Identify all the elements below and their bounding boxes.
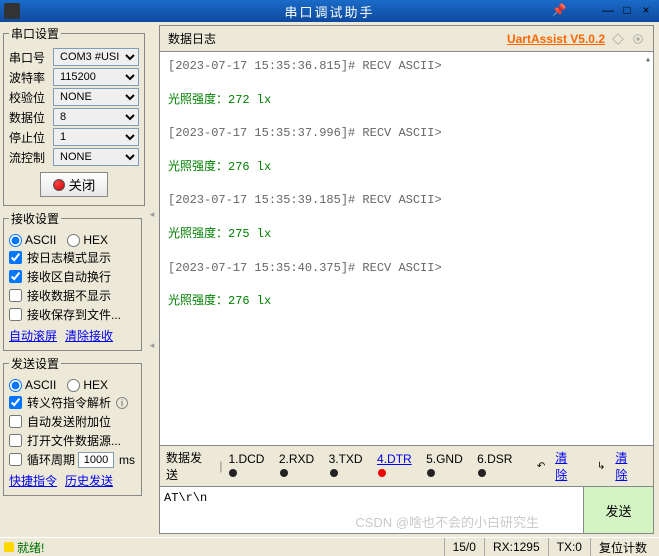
log-header-label: 数据日志 [168,30,216,47]
log-line: [2023-07-17 15:35:36.815]# RECV ASCII> [168,58,645,75]
history-link[interactable]: 历史发送 [65,474,113,488]
reset-count[interactable]: 复位计数 [590,538,655,556]
recv-legend: 接收设置 [9,210,61,227]
titlebar: 串口调试助手 📌 — □ × [0,0,659,22]
log-line: 光照强度：275 lx [168,226,645,243]
close-window-button[interactable]: × [637,4,655,18]
send-tabs: 数据发送 | 1.DCD 2.RXD 3.TXD 4.DTR 5.GND 6.D… [159,446,654,487]
recv-ascii-radio[interactable] [9,234,22,247]
recv-hex-radio[interactable] [67,234,80,247]
auto-scroll-link[interactable]: 自动滚屏 [9,329,57,343]
log-line [168,243,645,260]
recv-opt-1[interactable] [9,270,22,283]
baud-label: 波特率 [9,69,49,86]
log-area: ▴ [2023-07-17 15:35:36.815]# RECV ASCII>… [159,51,654,446]
recv-opt-3[interactable] [9,308,22,321]
log-line [168,142,645,159]
log-line: [2023-07-17 15:35:37.996]# RECV ASCII> [168,125,645,142]
log-line: 光照强度：272 lx [168,92,645,109]
flow-select[interactable]: NONE [53,148,139,166]
txd-tab[interactable]: 3.TXD [329,452,371,480]
dtr-tab[interactable]: 4.DTR [377,452,420,480]
log-line: [2023-07-17 15:35:40.375]# RECV ASCII> [168,260,645,277]
send-hex-radio[interactable] [67,379,80,392]
stopbits-label: 停止位 [9,129,49,146]
rxd-tab[interactable]: 2.RXD [279,452,323,480]
recv-opt-0[interactable] [9,251,22,264]
port-select[interactable]: COM3 #USI [53,48,139,66]
send-opt-3[interactable] [9,453,22,466]
status-ready: 就绪! [4,539,44,556]
window-controls: 📌 — □ × [550,4,659,18]
log-line: 光照强度：276 lx [168,159,645,176]
log-header: 数据日志 UartAssist V5.0.2 [159,25,654,51]
status-indicator-icon [53,179,65,191]
serial-legend: 串口设置 [9,25,61,42]
databits-label: 数据位 [9,109,49,126]
baud-select[interactable]: 115200 [53,68,139,86]
diamond-icon[interactable] [611,32,625,46]
log-line [168,176,645,193]
log-line: 光照强度：276 lx [168,293,645,310]
quick-cmd-link[interactable]: 快捷指令 [9,474,57,488]
databits-select[interactable]: 8 [53,108,139,126]
app-icon [4,3,20,19]
send-tab-label: 数据发送 [166,449,213,483]
prev-arrow[interactable]: ↶ [537,461,545,472]
serial-settings: 串口设置 串口号COM3 #USI 波特率115200 校验位NONE 数据位8… [3,25,145,206]
send-opt-2[interactable] [9,434,22,447]
scroll-up-icon[interactable]: ▴ [645,54,651,66]
dcd-tab[interactable]: 1.DCD [228,452,272,480]
ready-icon [4,542,14,552]
parity-label: 校验位 [9,89,49,106]
version-link[interactable]: UartAssist V5.0.2 [507,32,605,46]
stopbits-select[interactable]: 1 [53,128,139,146]
gear-icon[interactable] [631,32,645,46]
send-button[interactable]: 发送 [583,487,653,533]
send-legend: 发送设置 [9,355,61,372]
log-line [168,209,645,226]
flow-label: 流控制 [9,149,49,166]
log-line [168,75,645,92]
separator: ◂◂ [145,22,159,537]
recv-settings: 接收设置 ASCII HEX 按日志模式显示 接收区自动换行 接收数据不显示 接… [3,210,142,351]
send-opt-1[interactable] [9,415,22,428]
dsr-tab[interactable]: 6.DSR [477,452,521,480]
gnd-tab[interactable]: 5.GND [426,452,471,480]
pin-icon[interactable]: 📌 [550,4,568,18]
parity-select[interactable]: NONE [53,88,139,106]
log-line [168,108,645,125]
next-arrow[interactable]: ↳ [597,461,605,472]
send-ascii-radio[interactable] [9,379,22,392]
window-title: 串口调试助手 [284,2,374,21]
maximize-button[interactable]: □ [618,4,636,18]
close-port-button[interactable]: 关闭 [40,172,109,197]
port-label: 串口号 [9,49,49,66]
clear-left[interactable]: 清除 [555,449,579,483]
send-settings: 发送设置 ASCII HEX 转义符指令解析i 自动发送附加位 打开文件数据源.… [3,355,142,496]
help-icon[interactable]: i [116,397,128,409]
statusbar: 就绪! 15/0 RX:1295 TX:0 复位计数 [0,537,659,556]
cycle-input[interactable] [78,452,114,468]
status-tx: TX:0 [548,538,590,556]
log-line: [2023-07-17 15:35:39.185]# RECV ASCII> [168,192,645,209]
status-rx: RX:1295 [484,538,548,556]
log-line [168,276,645,293]
clear-right[interactable]: 清除 [615,449,639,483]
recv-opt-2[interactable] [9,289,22,302]
clear-recv-link[interactable]: 清除接收 [65,329,113,343]
send-input[interactable]: AT\r\n [160,487,583,533]
minimize-button[interactable]: — [599,4,617,18]
send-opt-0[interactable] [9,396,22,409]
status-count: 15/0 [444,538,484,556]
